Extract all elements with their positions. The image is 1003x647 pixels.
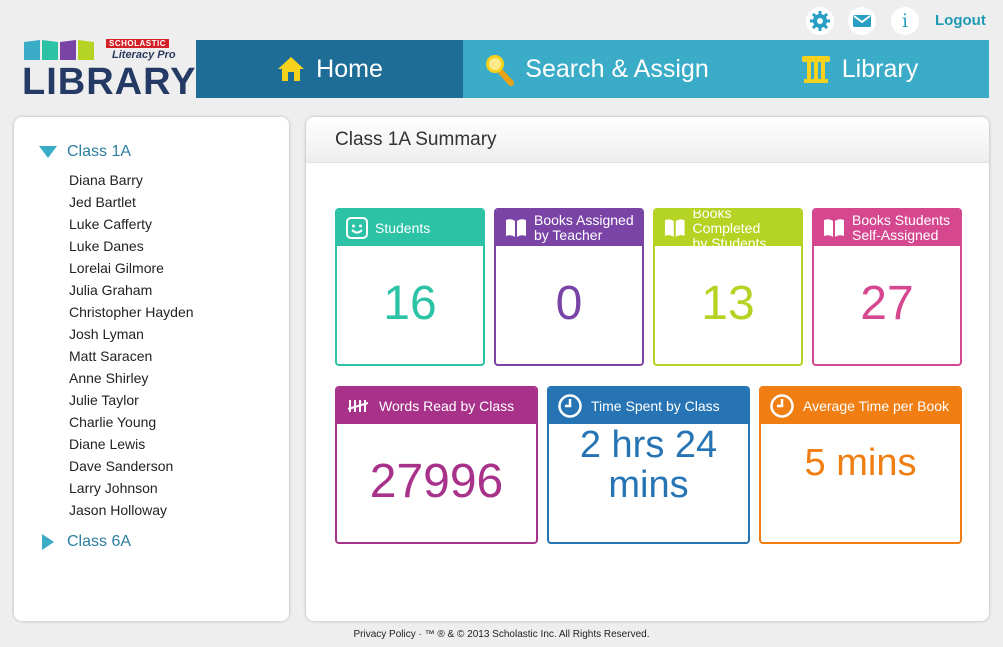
nav-home[interactable]: Home bbox=[196, 40, 463, 98]
summary-panel: Class 1A Summary Students 16 Books Assig… bbox=[306, 117, 989, 621]
card-value: 0 bbox=[555, 277, 583, 330]
student-list: Diana Barry Jed Bartlet Luke Cafferty Lu… bbox=[69, 171, 194, 523]
class-sidebar: Class 1A Diana Barry Jed Bartlet Luke Ca… bbox=[14, 117, 289, 621]
books-completed-card: Books Completed by Students 13 bbox=[653, 208, 803, 366]
mail-icon bbox=[848, 7, 876, 35]
student-item[interactable]: Dave Sanderson bbox=[69, 457, 194, 479]
books-self-assigned-card: Books Students Self-Assigned 27 bbox=[812, 208, 962, 366]
nav-home-label: Home bbox=[316, 54, 383, 83]
main-nav: Home Search & Assign Library bbox=[196, 40, 989, 98]
house-icon bbox=[278, 57, 305, 81]
card-value: 2 hrs 24 bbox=[579, 424, 718, 466]
info-icon: i bbox=[891, 7, 919, 35]
clock-icon bbox=[558, 394, 582, 418]
card-label: Words Read by Class bbox=[379, 397, 515, 414]
gear-icon bbox=[806, 7, 834, 35]
collapsed-triangle-icon bbox=[42, 534, 54, 550]
student-item[interactable]: Anne Shirley bbox=[69, 369, 194, 391]
student-item[interactable]: Julie Taylor bbox=[69, 391, 194, 413]
class-toggle-6a[interactable]: Class 6A bbox=[39, 533, 131, 551]
card-label: Time Spent by Class bbox=[591, 397, 720, 414]
clock-icon bbox=[770, 394, 794, 418]
nav-search-assign[interactable]: Search & Assign bbox=[463, 40, 729, 98]
nav-search-label: Search & Assign bbox=[525, 54, 709, 83]
books-icon bbox=[24, 40, 94, 60]
class-name: Class 6A bbox=[67, 533, 132, 550]
footer: Privacy Policy · ™ ® & © 2013 Scholastic… bbox=[0, 629, 1003, 640]
card-label: Books Assigned bbox=[534, 212, 634, 228]
student-item[interactable]: Larry Johnson bbox=[69, 479, 194, 501]
card-value: 16 bbox=[383, 277, 437, 330]
nav-library-label: Library bbox=[841, 54, 919, 83]
info-button[interactable]: i bbox=[891, 7, 919, 35]
card-value: mins bbox=[608, 464, 689, 506]
words-read-card: Words Read by Class 27996 bbox=[335, 386, 538, 544]
open-book-icon bbox=[824, 219, 844, 237]
card-value: 5 mins bbox=[804, 442, 917, 484]
magnifier-icon bbox=[486, 55, 515, 86]
student-item[interactable]: Diana Barry bbox=[69, 171, 194, 193]
student-item[interactable]: Jason Holloway bbox=[69, 501, 194, 523]
student-item[interactable]: Julia Graham bbox=[69, 281, 194, 303]
literacy-pro-library-logo[interactable]: SCHOLASTIC Literacy Pro LIBRARY bbox=[22, 38, 195, 102]
card-label: Self-Assigned bbox=[852, 227, 939, 243]
product-name: Literacy Pro bbox=[112, 49, 176, 61]
class-toggle-1a[interactable]: Class 1A bbox=[39, 143, 131, 161]
student-item[interactable]: Charlie Young bbox=[69, 413, 194, 435]
student-item[interactable]: Matt Saracen bbox=[69, 347, 194, 369]
smiley-icon bbox=[346, 217, 368, 239]
student-item[interactable]: Luke Cafferty bbox=[69, 215, 194, 237]
card-label: Books Completed bbox=[692, 208, 761, 236]
time-spent-card: Time Spent by Class 2 hrs 24 mins bbox=[547, 386, 750, 544]
card-label: Students bbox=[375, 219, 431, 236]
logo-title: LIBRARY bbox=[22, 61, 197, 103]
card-value: 27 bbox=[860, 277, 914, 330]
copyright-text: · ™ ® & © 2013 Scholastic Inc. All Right… bbox=[415, 629, 650, 640]
card-label: Books Students bbox=[852, 212, 951, 228]
tally-icon bbox=[347, 400, 369, 412]
logout-link[interactable]: Logout bbox=[935, 12, 986, 29]
privacy-policy-link[interactable]: Privacy Policy bbox=[354, 629, 416, 640]
student-item[interactable]: Jed Bartlet bbox=[69, 193, 194, 215]
expanded-triangle-icon bbox=[39, 146, 57, 158]
nav-library[interactable]: Library bbox=[729, 40, 989, 98]
card-value: 13 bbox=[701, 277, 755, 330]
card-value: 27996 bbox=[369, 455, 504, 508]
card-label: Average Time per Book bbox=[803, 397, 950, 414]
scholastic-brand: SCHOLASTIC bbox=[106, 39, 169, 48]
students-card: Students 16 bbox=[335, 208, 485, 366]
student-item[interactable]: Diane Lewis bbox=[69, 435, 194, 457]
mail-button[interactable] bbox=[848, 7, 876, 35]
student-item[interactable]: Luke Danes bbox=[69, 237, 194, 259]
class-name: Class 1A bbox=[67, 143, 132, 160]
page-title: Class 1A Summary bbox=[306, 117, 989, 163]
settings-button[interactable] bbox=[806, 7, 834, 35]
open-book-icon bbox=[506, 219, 526, 237]
card-label: by Students bbox=[692, 234, 767, 251]
student-item[interactable]: Lorelai Gilmore bbox=[69, 259, 194, 281]
column-icon bbox=[801, 56, 830, 83]
student-item[interactable]: Christopher Hayden bbox=[69, 303, 194, 325]
open-book-icon bbox=[664, 219, 685, 237]
average-time-card: Average Time per Book 5 mins bbox=[759, 386, 962, 544]
books-assigned-card: Books Assigned by Teacher 0 bbox=[494, 208, 644, 366]
card-label: by Teacher bbox=[534, 227, 603, 243]
student-item[interactable]: Josh Lyman bbox=[69, 325, 194, 347]
